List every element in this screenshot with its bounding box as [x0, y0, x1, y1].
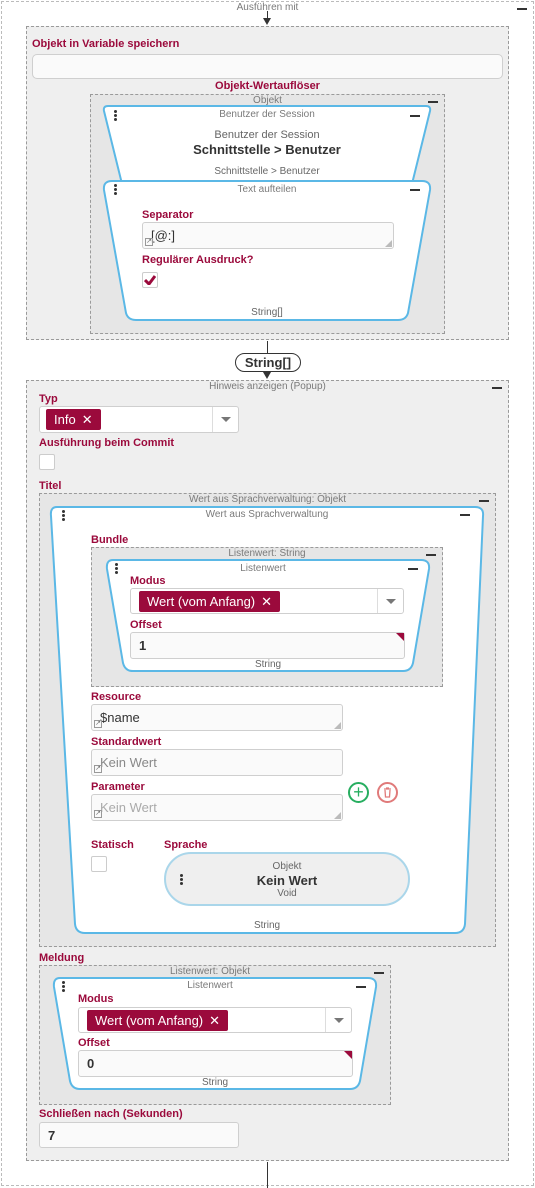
- regex-label: Regulärer Ausdruck?: [142, 254, 254, 266]
- typ-label: Typ: [39, 393, 58, 405]
- resource-label: Resource: [91, 691, 142, 703]
- titel-footer: String: [253, 920, 281, 931]
- static-label: Statisch: [91, 839, 134, 851]
- commit-label: Ausführung beim Commit: [39, 437, 175, 449]
- chevron-down-icon[interactable]: [325, 1008, 351, 1032]
- collapse-icon[interactable]: [426, 554, 436, 556]
- bundle-modus-select[interactable]: Wert (vom Anfang) ✕: [130, 588, 404, 614]
- default-label: Standardwert: [91, 736, 162, 748]
- session-node-footer: Schnittstelle > Benutzer: [214, 166, 320, 177]
- store-var-input[interactable]: [32, 54, 503, 79]
- bundle-label: Bundle: [91, 534, 129, 546]
- meldung-modus-chip[interactable]: Wert (vom Anfang) ✕: [87, 1010, 229, 1031]
- lang-node-type: Void: [277, 888, 297, 899]
- resize-handle-icon[interactable]: [334, 722, 341, 729]
- session-node-caption: Benutzer der Session: [219, 109, 315, 120]
- chevron-down-icon[interactable]: [212, 407, 238, 432]
- bundle-modus-label: Modus: [130, 575, 166, 587]
- param-placeholder: Kein Wert: [100, 800, 157, 815]
- lang-label: Sprache: [164, 839, 208, 851]
- resolver-title: Objekt-Wertauflöser: [215, 80, 320, 92]
- collapse-icon[interactable]: [374, 972, 384, 974]
- resource-value: $name: [100, 710, 140, 725]
- resize-handle-icon[interactable]: [334, 812, 341, 819]
- link-icon: ↗: [145, 238, 153, 246]
- lang-node-caption: Objekt: [272, 861, 302, 872]
- close-input[interactable]: 7: [39, 1122, 239, 1148]
- meldung-modus-chip-label: Wert (vom Anfang): [95, 1013, 204, 1028]
- collapse-icon[interactable]: [410, 115, 420, 117]
- popup-caption: Hinweis anzeigen (Popup): [209, 381, 326, 392]
- link-icon: ↗: [94, 720, 102, 728]
- static-checkbox[interactable]: [91, 856, 107, 872]
- close-value: 7: [48, 1127, 56, 1143]
- remove-icon[interactable]: ✕: [82, 412, 93, 428]
- meldung-label: Meldung: [39, 952, 85, 964]
- bundle-offset-label: Offset: [130, 619, 162, 631]
- split-node-caption: Text aufteilen: [237, 184, 297, 195]
- connector-pill: String[]: [235, 353, 301, 372]
- bundle-offset-value: 1: [139, 638, 147, 653]
- commit-checkbox[interactable]: [39, 454, 55, 470]
- titel-label: Titel: [39, 480, 62, 492]
- separator-value: [@:]: [151, 228, 176, 243]
- session-node-main: Schnittstelle > Benutzer: [193, 142, 341, 157]
- link-icon: ↗: [94, 810, 102, 818]
- flow-arrow-icon: [263, 372, 271, 379]
- collapse-icon[interactable]: [408, 568, 418, 570]
- default-input[interactable]: Kein Wert ↗: [91, 749, 343, 776]
- collapse-icon[interactable]: [517, 8, 527, 10]
- default-placeholder: Kein Wert: [100, 755, 157, 770]
- meldung-modus-select[interactable]: Wert (vom Anfang) ✕: [78, 1007, 352, 1033]
- flow-arrow-icon: [263, 18, 271, 25]
- resource-input[interactable]: $name ↗: [91, 704, 343, 731]
- split-node-shape: [102, 180, 432, 321]
- resize-handle-icon[interactable]: [385, 240, 392, 247]
- add-icon[interactable]: +: [348, 782, 369, 803]
- collapse-icon[interactable]: [492, 387, 502, 389]
- collapse-icon[interactable]: [356, 986, 366, 988]
- param-input[interactable]: Kein Wert ↗: [91, 794, 343, 821]
- typ-chip[interactable]: Info ✕: [46, 409, 101, 430]
- bundle-offset-input[interactable]: 1: [130, 632, 405, 659]
- link-icon: ↗: [94, 765, 102, 773]
- chevron-down-icon[interactable]: [377, 589, 403, 613]
- flow-line: [267, 341, 268, 353]
- meldung-offset-value: 0: [87, 1056, 95, 1071]
- typ-select[interactable]: Info ✕: [39, 406, 239, 433]
- regex-checkbox[interactable]: [142, 272, 158, 288]
- store-var-label: Objekt in Variable speichern: [32, 38, 180, 50]
- checkmark-icon: [144, 275, 156, 285]
- separator-input[interactable]: [@:] ↗: [142, 222, 394, 249]
- meldung-footer: String: [201, 1077, 229, 1088]
- lang-node-value: Kein Wert: [256, 873, 318, 888]
- param-label: Parameter: [91, 781, 145, 793]
- meldung-offset-input[interactable]: 0: [78, 1050, 353, 1077]
- required-marker: [396, 633, 404, 641]
- typ-chip-label: Info: [54, 412, 76, 427]
- trash-icon[interactable]: [377, 782, 398, 803]
- bundle-footer: String: [254, 659, 282, 670]
- titel-inner-caption: Wert aus Sprachverwaltung: [205, 509, 329, 520]
- bundle-inner-caption: Listenwert: [240, 563, 286, 574]
- separator-label: Separator: [142, 209, 194, 221]
- bundle-modus-chip[interactable]: Wert (vom Anfang) ✕: [139, 591, 281, 612]
- collapse-icon[interactable]: [410, 189, 420, 191]
- remove-icon[interactable]: ✕: [261, 594, 272, 610]
- bundle-modus-chip-label: Wert (vom Anfang): [147, 594, 256, 609]
- required-marker: [344, 1051, 352, 1059]
- remove-icon[interactable]: ✕: [209, 1013, 220, 1029]
- session-node-subtitle: Benutzer der Session: [214, 129, 320, 141]
- flow-line: [267, 1162, 268, 1188]
- meldung-offset-label: Offset: [78, 1037, 110, 1049]
- split-node-footer: String[]: [251, 307, 283, 318]
- collapse-icon[interactable]: [479, 500, 489, 502]
- meldung-inner-caption: Listenwert: [187, 980, 233, 991]
- collapse-icon[interactable]: [460, 514, 470, 516]
- meldung-modus-label: Modus: [78, 993, 114, 1005]
- close-label: Schließen nach (Sekunden): [39, 1108, 183, 1120]
